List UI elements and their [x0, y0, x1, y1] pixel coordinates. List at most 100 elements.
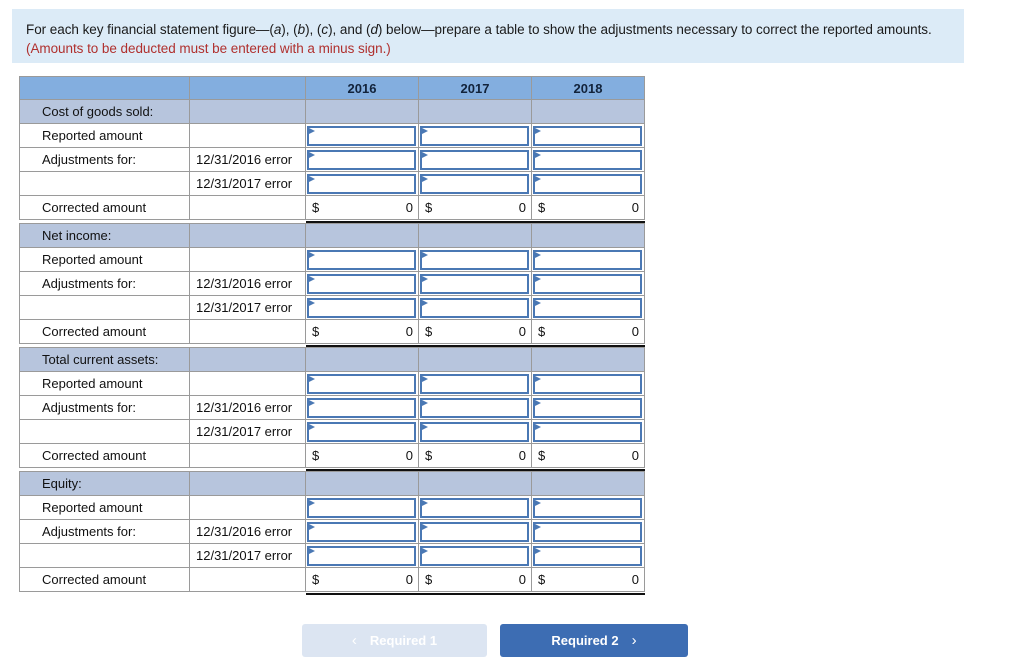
column-header-year-1: 2017 — [418, 76, 532, 100]
input-cell-3-adjustment-2016-col1[interactable] — [418, 519, 532, 544]
input-cell-0-reported-amount-col0[interactable] — [305, 123, 419, 148]
amount-input-0-adjustment-2016-col2[interactable] — [533, 149, 642, 170]
input-cell-2-adjustment-2016-col0[interactable] — [305, 395, 419, 420]
amount-input-3-adjustment-2016-col1[interactable] — [420, 521, 529, 542]
input-cell-2-adjustment-2017-col0[interactable] — [305, 419, 419, 444]
amount-input-0-adjustment-2016-col0[interactable] — [307, 149, 416, 170]
amount-input-1-adjustment-2017-col1[interactable] — [420, 297, 529, 318]
row-label-1-adjustment-2016: Adjustments for: — [19, 271, 190, 296]
input-cell-1-reported-amount-col0[interactable] — [305, 247, 419, 272]
amount-input-1-adjustment-2016-col2[interactable] — [533, 273, 642, 294]
corrected-amount-cell-1-col1: $0 — [418, 319, 532, 344]
input-cell-3-adjustment-2017-col1[interactable] — [418, 543, 532, 568]
input-cell-0-reported-amount-col1[interactable] — [418, 123, 532, 148]
input-cell-3-reported-amount-col0[interactable] — [305, 495, 419, 520]
required-2-button[interactable]: Required 2 › — [500, 624, 688, 657]
input-cell-1-adjustment-2017-col0[interactable] — [305, 295, 419, 320]
section-blank-amt-3-1 — [418, 471, 532, 496]
input-cell-2-reported-amount-col2[interactable] — [531, 371, 645, 396]
currency-symbol: $ — [425, 324, 433, 339]
rule-segment-1-col0 — [305, 344, 419, 348]
input-cell-3-adjustment-2017-col2[interactable] — [531, 543, 645, 568]
amount-input-3-reported-amount-col1[interactable] — [420, 497, 529, 518]
corrected-amount-inner: $0 — [312, 196, 413, 219]
input-cell-0-adjustment-2017-col1[interactable] — [418, 171, 532, 196]
row-sublabel-0-adjustment-2017: 12/31/2017 error — [189, 171, 306, 196]
input-cell-1-adjustment-2017-col2[interactable] — [531, 295, 645, 320]
input-cell-3-adjustment-2016-col2[interactable] — [531, 519, 645, 544]
amount-input-2-adjustment-2017-col0[interactable] — [307, 421, 416, 442]
amount-input-2-reported-amount-col2[interactable] — [533, 373, 642, 394]
input-cell-3-reported-amount-col2[interactable] — [531, 495, 645, 520]
corrected-amount-inner: $0 — [425, 444, 526, 467]
amount-input-0-adjustment-2017-col1[interactable] — [420, 173, 529, 194]
amount-input-2-adjustment-2017-col2[interactable] — [533, 421, 642, 442]
amount-input-0-reported-amount-col2[interactable] — [533, 125, 642, 146]
input-cell-1-adjustment-2017-col1[interactable] — [418, 295, 532, 320]
amount-input-3-adjustment-2016-col0[interactable] — [307, 521, 416, 542]
amount-input-1-reported-amount-col0[interactable] — [307, 249, 416, 270]
amount-input-2-adjustment-2016-col1[interactable] — [420, 397, 529, 418]
input-cell-2-reported-amount-col0[interactable] — [305, 371, 419, 396]
section-title-row-2: Total current assets: — [19, 347, 645, 372]
input-cell-2-reported-amount-col1[interactable] — [418, 371, 532, 396]
input-cell-3-adjustment-2017-col0[interactable] — [305, 543, 419, 568]
amount-input-2-adjustment-2016-col0[interactable] — [307, 397, 416, 418]
input-cell-1-reported-amount-col2[interactable] — [531, 247, 645, 272]
amount-input-1-reported-amount-col2[interactable] — [533, 249, 642, 270]
amount-input-2-adjustment-2017-col1[interactable] — [420, 421, 529, 442]
required-1-button[interactable]: ‹ Required 1 — [302, 624, 487, 657]
amount-input-3-reported-amount-col2[interactable] — [533, 497, 642, 518]
corrected-amount-value: 0 — [405, 448, 413, 463]
corrected-amount-inner: $0 — [312, 444, 413, 467]
input-cell-2-adjustment-2017-col2[interactable] — [531, 419, 645, 444]
input-marker-triangle-icon — [422, 299, 428, 306]
amount-input-0-adjustment-2017-col2[interactable] — [533, 173, 642, 194]
input-marker-triangle-icon — [422, 523, 428, 530]
input-cell-1-adjustment-2016-col1[interactable] — [418, 271, 532, 296]
input-cell-3-reported-amount-col1[interactable] — [418, 495, 532, 520]
amount-input-0-reported-amount-col1[interactable] — [420, 125, 529, 146]
amount-input-0-adjustment-2016-col1[interactable] — [420, 149, 529, 170]
input-cell-1-reported-amount-col1[interactable] — [418, 247, 532, 272]
corrected-amount-inner: $0 — [312, 568, 413, 591]
amount-input-1-adjustment-2017-col2[interactable] — [533, 297, 642, 318]
instruction-part-5: ) below—prepare a table to show the adju… — [377, 22, 932, 37]
input-cell-0-adjustment-2017-col0[interactable] — [305, 171, 419, 196]
amount-input-2-adjustment-2016-col2[interactable] — [533, 397, 642, 418]
row-label-2-adjustment-2017 — [19, 419, 190, 444]
amount-input-3-reported-amount-col0[interactable] — [307, 497, 416, 518]
amount-input-0-reported-amount-col0[interactable] — [307, 125, 416, 146]
amount-input-1-reported-amount-col1[interactable] — [420, 249, 529, 270]
figure-label-b: b — [297, 22, 306, 37]
input-cell-2-adjustment-2017-col1[interactable] — [418, 419, 532, 444]
input-marker-triangle-icon — [422, 275, 428, 282]
input-cell-0-adjustment-2016-col2[interactable] — [531, 147, 645, 172]
input-marker-triangle-icon — [309, 275, 315, 282]
input-cell-0-adjustment-2017-col2[interactable] — [531, 171, 645, 196]
adjustment-table: 2016 2017 2018 Cost of goods sold: Reported … — [19, 76, 645, 596]
amount-input-0-adjustment-2017-col0[interactable] — [307, 173, 416, 194]
input-cell-0-adjustment-2016-col0[interactable] — [305, 147, 419, 172]
input-cell-2-adjustment-2016-col2[interactable] — [531, 395, 645, 420]
amount-input-1-adjustment-2017-col0[interactable] — [307, 297, 416, 318]
input-cell-2-adjustment-2016-col1[interactable] — [418, 395, 532, 420]
input-cell-0-reported-amount-col2[interactable] — [531, 123, 645, 148]
instruction-part-4: ), and ( — [328, 22, 371, 37]
input-cell-3-adjustment-2016-col0[interactable] — [305, 519, 419, 544]
amount-input-3-adjustment-2017-col2[interactable] — [533, 545, 642, 566]
input-marker-triangle-icon — [422, 127, 428, 134]
amount-input-1-adjustment-2016-col0[interactable] — [307, 273, 416, 294]
input-cell-1-adjustment-2016-col0[interactable] — [305, 271, 419, 296]
amount-input-3-adjustment-2017-col1[interactable] — [420, 545, 529, 566]
amount-input-2-reported-amount-col1[interactable] — [420, 373, 529, 394]
input-marker-triangle-icon — [535, 275, 541, 282]
corrected-amount-inner: $0 — [538, 568, 639, 591]
amount-input-3-adjustment-2017-col0[interactable] — [307, 545, 416, 566]
rule-segment-3-col1 — [418, 592, 532, 596]
amount-input-2-reported-amount-col0[interactable] — [307, 373, 416, 394]
amount-input-3-adjustment-2016-col2[interactable] — [533, 521, 642, 542]
amount-input-1-adjustment-2016-col1[interactable] — [420, 273, 529, 294]
input-cell-1-adjustment-2016-col2[interactable] — [531, 271, 645, 296]
input-cell-0-adjustment-2016-col1[interactable] — [418, 147, 532, 172]
